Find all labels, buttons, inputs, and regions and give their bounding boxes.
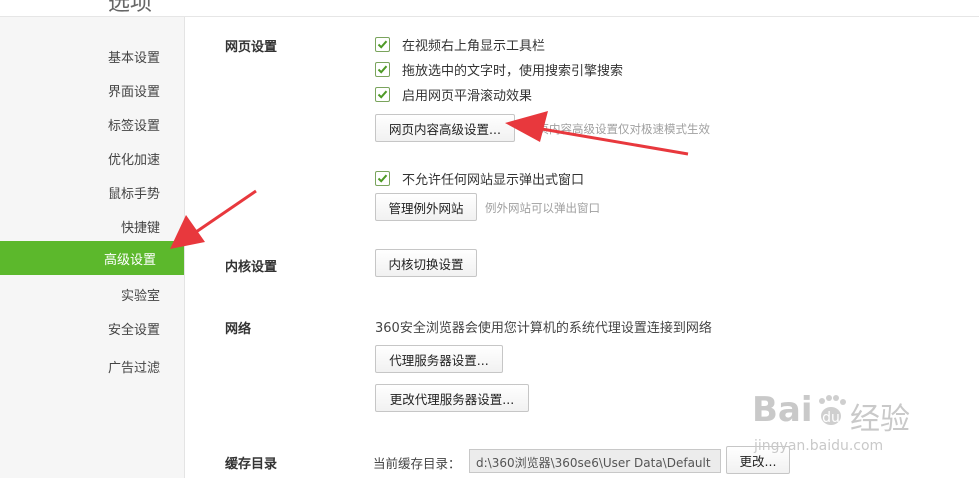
option-label: 在视频右上角显示工具栏 [402, 38, 546, 54]
cache-path-field: d:\360浏览器\360se6\User Data\Default [469, 449, 721, 473]
webpage-settings-label: 网页设置 [225, 40, 278, 55]
checkbox-checked[interactable] [375, 36, 390, 52]
option-label: 启用网页平滑滚动效果 [402, 88, 533, 104]
change-proxy-button[interactable]: 更改代理服务器设置... [375, 384, 529, 412]
checkbox-checked[interactable] [375, 170, 390, 186]
network-description: 360安全浏览器会使用您计算机的系统代理设置连接到网络 [375, 321, 712, 336]
sidebar-item-label: 高级设置 [104, 253, 157, 268]
svg-text:du: du [822, 410, 840, 426]
cache-dir-label: 缓存目录 [225, 457, 278, 472]
option-smooth-scroll[interactable]: 启用网页平滑滚动效果 [375, 85, 533, 104]
watermark-jingyan: 经验 [850, 402, 910, 437]
kernel-switch-button[interactable]: 内核切换设置 [375, 249, 477, 277]
sidebar-item-security[interactable]: 安全设置 [108, 319, 160, 338]
sidebar-item-ad-filter[interactable]: 广告过滤 [108, 357, 160, 376]
checkbox-checked[interactable] [375, 61, 390, 77]
option-label: 拖放选中的文字时，使用搜索引擎搜索 [402, 63, 624, 79]
advanced-hint: 网页内容高级设置仅对极速模式生效 [526, 122, 710, 136]
option-block-popups[interactable]: 不允许任何网站显示弹出式窗口 [375, 169, 585, 188]
kernel-settings-label: 内核设置 [225, 260, 278, 275]
proxy-settings-button[interactable]: 代理服务器设置... [375, 345, 503, 373]
exceptions-hint: 例外网站可以弹出窗口 [485, 201, 600, 215]
sidebar-item-interface[interactable]: 界面设置 [108, 81, 160, 100]
option-drag-search[interactable]: 拖放选中的文字时，使用搜索引擎搜索 [375, 60, 624, 79]
sidebar-item-advanced[interactable]: 高级设置 [0, 241, 184, 275]
paw-icon: du [819, 395, 846, 426]
change-cache-button[interactable]: 更改... [726, 446, 790, 474]
sidebar: 基本设置 界面设置 标签设置 优化加速 鼠标手势 快捷键 高级设置 实验室 安全… [0, 17, 185, 478]
sidebar-item-shortcuts[interactable]: 快捷键 [121, 217, 160, 236]
sidebar-item-basic[interactable]: 基本设置 [108, 47, 160, 66]
webpage-content-advanced-button[interactable]: 网页内容高级设置... [375, 114, 515, 142]
option-video-toolbar[interactable]: 在视频右上角显示工具栏 [375, 35, 546, 54]
sidebar-item-tabs[interactable]: 标签设置 [108, 115, 160, 134]
checkbox-checked[interactable] [375, 86, 390, 102]
option-label: 不允许任何网站显示弹出式窗口 [402, 172, 585, 188]
page-title: 选项 [108, 0, 153, 16]
network-label: 网络 [225, 322, 252, 337]
sidebar-item-optimize[interactable]: 优化加速 [108, 149, 160, 168]
watermark-brand: Bai [752, 390, 813, 430]
current-cache-label: 当前缓存目录： [373, 456, 461, 471]
sidebar-item-mouse-gestures[interactable]: 鼠标手势 [108, 183, 160, 202]
title-bar: 选项 [0, 0, 979, 17]
sidebar-item-lab[interactable]: 实验室 [121, 285, 160, 304]
manage-exceptions-button[interactable]: 管理例外网站 [375, 193, 477, 221]
